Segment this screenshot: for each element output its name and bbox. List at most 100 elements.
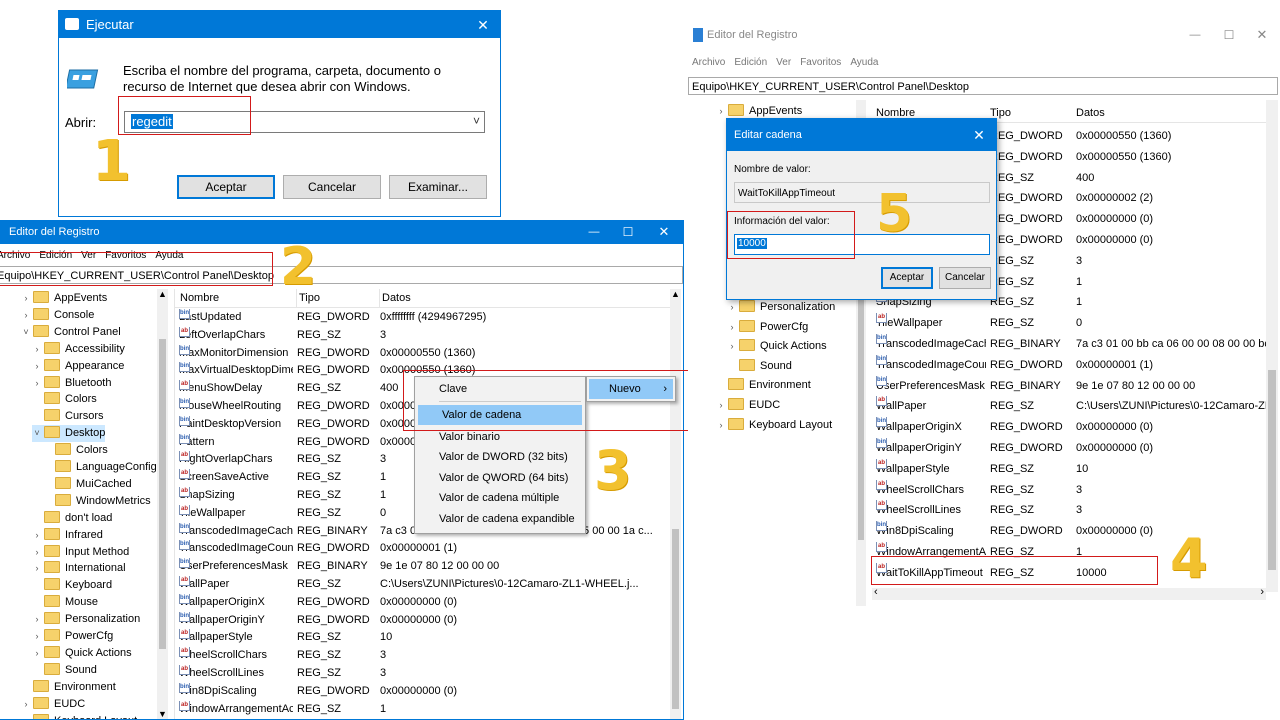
expand-chevron-icon[interactable]: ›	[727, 337, 737, 357]
tree-node[interactable]: Cursors	[32, 408, 104, 425]
menu-item-expandable-string-value[interactable]: Valor de cadena expandible	[415, 509, 585, 529]
edit-cancel-button[interactable]: Cancelar	[939, 267, 991, 289]
table-row[interactable]: bin WallpaperOriginX REG_DWORD 0x00000000 (…	[175, 593, 675, 612]
tree-node[interactable]: › Infrared	[32, 527, 103, 544]
registry-right-list-scrollbar[interactable]	[1266, 100, 1278, 592]
tree-node[interactable]: › Bluetooth	[32, 375, 111, 392]
menu-ayuda[interactable]: Ayuda	[850, 57, 878, 68]
tree-node[interactable]: ˅ Control Panel	[21, 324, 121, 341]
table-row[interactable]: ab WheelScrollChars REG_SZ 3	[872, 479, 1266, 501]
expand-chevron-icon[interactable]: ›	[32, 341, 42, 358]
column-data-header[interactable]: Datos	[1076, 104, 1105, 122]
tree-node[interactable]: › Accessibility	[32, 341, 125, 358]
tree-node[interactable]: › Keyboard Layout	[21, 713, 137, 719]
expand-chevron-icon[interactable]: ›	[716, 396, 726, 416]
table-row[interactable]: bin WallpaperOriginY REG_DWORD 0x00000000 (…	[175, 611, 675, 630]
table-row[interactable]: ab WallPaper REG_SZ C:\Users\ZUNI\Pictures\…	[872, 396, 1266, 417]
menu-ver[interactable]: Ver	[776, 57, 791, 68]
expand-chevron-icon[interactable]: ›	[716, 102, 726, 122]
expand-chevron-icon[interactable]: ›	[32, 611, 42, 628]
menu-edicion[interactable]: Edición	[734, 57, 767, 68]
tree-node[interactable]: › Personalization	[32, 611, 140, 628]
expand-chevron-icon[interactable]: ›	[21, 696, 31, 713]
tree-node[interactable]: Mouse	[32, 594, 98, 611]
scrollbar-thumb[interactable]	[672, 529, 679, 709]
tree-node[interactable]: Environment	[716, 376, 811, 396]
tree-node[interactable]: › Personalization	[727, 298, 835, 318]
table-row[interactable]: bin TranscodedImageCache REG_BINARY 7a c3 0…	[872, 334, 1266, 355]
tree-node[interactable]: › Appearance	[32, 358, 124, 375]
tree-node[interactable]: Environment	[21, 679, 116, 696]
tree-node[interactable]: › Quick Actions	[32, 645, 132, 662]
menu-item-multi-string-value[interactable]: Valor de cadena múltiple	[415, 488, 585, 508]
menu-favoritos[interactable]: Favoritos	[800, 57, 841, 68]
expand-chevron-icon[interactable]: ˅	[32, 425, 42, 442]
menu-item-dword-value[interactable]: Valor de DWORD (32 bits)	[415, 447, 585, 467]
minimize-icon[interactable]: —	[1180, 25, 1210, 45]
expand-chevron-icon[interactable]: ›	[32, 544, 42, 561]
tree-node[interactable]: WindowMetrics	[43, 493, 151, 510]
expand-chevron-icon[interactable]: ›	[21, 307, 31, 324]
expand-chevron-icon[interactable]: ›	[727, 298, 737, 318]
table-row[interactable]: ab WheelScrollLines REG_SZ 3	[872, 500, 1266, 521]
table-row[interactable]: ab WallPaper REG_SZ C:\Users\ZUNI\Pictures\…	[175, 576, 675, 594]
maximize-icon[interactable]: ☐	[613, 222, 643, 242]
tree-node[interactable]: Keyboard	[32, 577, 112, 594]
tree-node[interactable]: Colors	[43, 442, 108, 459]
tree-node[interactable]: Sound	[32, 662, 97, 679]
run-close-icon[interactable]: ✕	[468, 15, 498, 35]
run-ok-button[interactable]: Aceptar	[177, 175, 275, 199]
close-icon[interactable]: ✕	[964, 125, 994, 145]
registry-right-address-bar[interactable]: Equipo\HKEY_CURRENT_USER\Control Panel\D…	[688, 77, 1278, 95]
expand-chevron-icon[interactable]: ›	[32, 358, 42, 375]
column-name-header[interactable]: Nombre	[180, 289, 219, 307]
scroll-up-icon[interactable]: ▲	[671, 289, 680, 299]
edit-ok-button[interactable]: Aceptar	[881, 267, 933, 289]
expand-chevron-icon[interactable]: ›	[32, 628, 42, 645]
run-browse-button[interactable]: Examinar...	[389, 175, 487, 199]
tree-node[interactable]: LanguageConfiguration	[43, 459, 165, 476]
scrollbar-thumb[interactable]	[159, 339, 166, 649]
scrollbar-thumb[interactable]	[1268, 370, 1276, 570]
expand-chevron-icon[interactable]: ›	[32, 527, 42, 544]
maximize-icon[interactable]: ☐	[1214, 25, 1244, 45]
scroll-left-icon[interactable]: ‹	[874, 586, 878, 598]
tree-node[interactable]: Colors	[32, 391, 97, 408]
table-row[interactable]: ab WallpaperStyle REG_SZ 10	[175, 629, 675, 647]
tree-node[interactable]: › AppEvents	[21, 290, 107, 307]
table-row[interactable]: bin TranscodedImageCount REG_DWORD 0x000000…	[872, 354, 1266, 376]
table-row[interactable]: abWindowArrangementAc... REG_SZ 1	[175, 700, 675, 719]
tree-node[interactable]: › PowerCfg	[32, 628, 113, 645]
menu-item-qword-value[interactable]: Valor de QWORD (64 bits)	[415, 468, 585, 488]
minimize-icon[interactable]: —	[579, 222, 609, 242]
table-row[interactable]: bin MaxMonitorDimension REG_DWORD 0x0000055…	[175, 344, 675, 363]
table-row[interactable]: ab WallpaperStyle REG_SZ 10	[872, 458, 1266, 480]
expand-chevron-icon[interactable]: ›	[32, 645, 42, 662]
scroll-down-icon[interactable]: ▼	[158, 709, 167, 719]
expand-chevron-icon[interactable]: ˅	[21, 324, 31, 341]
tree-node[interactable]: MuiCached	[43, 476, 132, 493]
table-row[interactable]: ab LeftOverlapChars REG_SZ 3	[175, 326, 675, 345]
table-row[interactable]: bin Win8DpiScaling REG_DWORD 0x00000000 (0)	[175, 682, 675, 701]
tree-node[interactable]: › International	[32, 560, 126, 577]
table-row[interactable]: ab WheelScrollLines REG_SZ 3	[175, 665, 675, 683]
tree-node[interactable]: › Quick Actions	[727, 337, 827, 357]
expand-chevron-icon[interactable]: ›	[21, 290, 31, 307]
column-data-header[interactable]: Datos	[379, 289, 411, 307]
run-cancel-button[interactable]: Cancelar	[283, 175, 381, 199]
scroll-up-icon[interactable]: ▲	[158, 289, 167, 299]
tree-node[interactable]: don't load	[32, 510, 112, 527]
chevron-down-icon[interactable]: ˅	[473, 114, 480, 128]
expand-chevron-icon[interactable]: ›	[727, 318, 737, 338]
table-row[interactable]: bin LastUpdated REG_DWORD 0xffffffff (42949…	[175, 309, 675, 327]
value-name-field[interactable]: WaitToKillAppTimeout	[734, 182, 990, 203]
tree-node[interactable]: ˅ Desktop	[32, 425, 106, 443]
registry-left-list-scrollbar[interactable]: ▲	[670, 289, 681, 719]
table-row[interactable]: bin UserPreferencesMask REG_BINARY 9e 1e 07…	[175, 558, 675, 576]
tree-node[interactable]: › PowerCfg	[727, 318, 808, 338]
expand-chevron-icon[interactable]: ›	[716, 416, 726, 436]
expand-chevron-icon[interactable]: ›	[32, 375, 42, 392]
tree-node[interactable]: Sound	[727, 357, 792, 377]
scroll-right-icon[interactable]: ›	[1260, 586, 1264, 598]
table-row[interactable]: bin WallpaperOriginY REG_DWORD 0x00000000 (…	[872, 438, 1266, 459]
